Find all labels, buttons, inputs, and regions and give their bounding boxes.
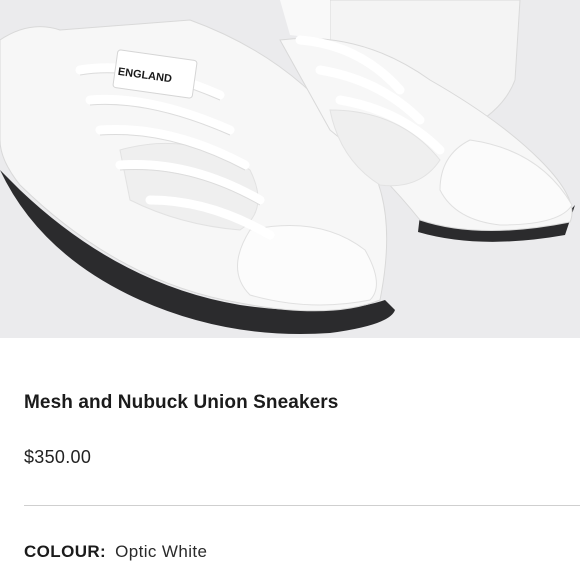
section-divider	[24, 505, 580, 506]
product-price: $350.00	[24, 447, 92, 467]
colour-value: Optic White	[115, 542, 208, 561]
product-page: ENGLAND Mesh and Nubuck Union Sneakers $…	[0, 0, 580, 580]
colour-selector: COLOUR: Optic White	[24, 542, 207, 562]
product-image[interactable]: ENGLAND	[0, 0, 580, 338]
product-title: Mesh and Nubuck Union Sneakers	[24, 392, 339, 413]
colour-label: COLOUR:	[24, 542, 107, 561]
sneaker-illustration: ENGLAND	[0, 0, 580, 338]
